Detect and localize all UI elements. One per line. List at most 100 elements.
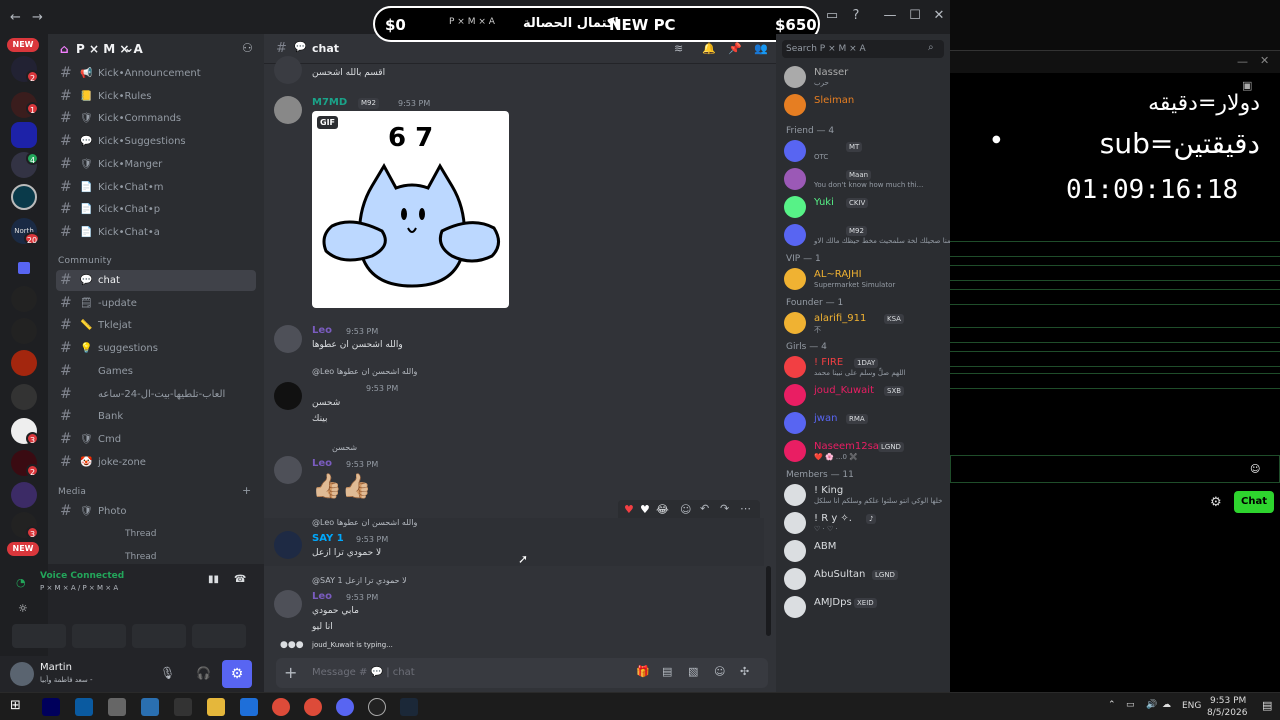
soundboard-button[interactable] xyxy=(192,624,246,648)
clock-date[interactable]: 8/5/2026 xyxy=(1207,708,1247,718)
message-placeholder[interactable]: Message # 💬 | chat xyxy=(312,667,415,678)
tray-chevron-icon[interactable]: ⌃ xyxy=(1108,700,1116,710)
channel-item[interactable]: # 📢 Kick•Announcement xyxy=(56,63,256,84)
search-icon[interactable]: ⌕ xyxy=(928,42,934,53)
member-item[interactable]: Yuki CKIV xyxy=(782,194,946,220)
laugh-emoji-icon[interactable]: 😂 xyxy=(656,503,669,516)
thread-item[interactable]: Thread xyxy=(125,529,156,539)
channel-item[interactable]: # 🛡 Photo xyxy=(56,501,256,522)
member-item[interactable]: ! R y ✧. ♪ ♡ · ♡ · xyxy=(782,510,946,536)
avatar[interactable] xyxy=(274,325,302,353)
microphone-icon[interactable]: 🎙 xyxy=(160,666,175,680)
server-icon[interactable] xyxy=(11,122,37,148)
voice-location[interactable]: P × M × A / P × M × A xyxy=(40,584,118,592)
notification-icon[interactable]: ▤ xyxy=(1262,699,1272,712)
category-community[interactable]: Community xyxy=(58,256,112,266)
screenshare-button[interactable] xyxy=(72,624,126,648)
chat-button[interactable]: Chat xyxy=(1234,491,1274,513)
minimize-icon[interactable]: — xyxy=(1237,55,1248,68)
waveform-icon[interactable]: ▮▮ xyxy=(208,574,219,585)
avatar[interactable] xyxy=(274,590,302,618)
network-icon[interactable]: ▭ xyxy=(1126,700,1135,710)
server-icon[interactable] xyxy=(11,482,37,508)
member-item[interactable]: joud_Kuwait SXB xyxy=(782,382,946,408)
signal-icon[interactable]: ◔ xyxy=(16,576,26,589)
channel-item[interactable]: # العاب-تلطيها-بيت-ال-24-ساعه xyxy=(56,384,256,405)
member-item[interactable]: Sleiman xyxy=(782,92,946,118)
emoji-icon[interactable]: ☺ xyxy=(1250,464,1260,475)
channel-item[interactable]: # Games xyxy=(56,361,256,382)
chrome-icon[interactable] xyxy=(304,698,322,716)
camera-button[interactable] xyxy=(12,624,66,648)
cloud-icon[interactable]: ☁ xyxy=(1162,700,1171,710)
avatar[interactable] xyxy=(10,662,34,686)
reply-preview[interactable]: @Leo والله اشحسن ان عطوها xyxy=(312,518,417,527)
threads-icon[interactable]: ≋ xyxy=(674,42,683,55)
username[interactable]: Leo xyxy=(312,325,332,336)
add-channel-icon[interactable]: + xyxy=(242,484,251,497)
emoji-picker-icon[interactable]: ☺ xyxy=(714,665,725,678)
volume-icon[interactable]: 🔊 xyxy=(1146,700,1157,710)
server-icon[interactable] xyxy=(11,318,37,344)
add-member-icon[interactable]: ⚇ xyxy=(242,41,253,55)
disconnect-icon[interactable]: ☎ xyxy=(234,574,246,585)
reply-preview[interactable]: @SAY 1 لا حمودي ترا ازعل xyxy=(312,576,407,585)
folder-icon[interactable] xyxy=(18,262,30,274)
obs-icon[interactable] xyxy=(368,698,386,716)
members-icon[interactable]: 👥 xyxy=(754,42,768,55)
channel-item[interactable]: # 🛡 Kick•Manger xyxy=(56,154,256,175)
channel-item[interactable]: # Bank xyxy=(56,406,256,427)
help-icon[interactable]: ? xyxy=(844,8,868,23)
reply-preview[interactable]: شحسن xyxy=(332,443,357,452)
channel-item[interactable]: # 💬 Kick•Suggestions xyxy=(56,131,256,152)
clock-time[interactable]: 9:53 PM xyxy=(1210,696,1246,706)
minimize-icon[interactable]: — xyxy=(878,8,902,23)
store-icon[interactable] xyxy=(240,698,258,716)
username[interactable]: SAY 1 xyxy=(312,533,344,544)
member-item[interactable]: ! FIRE 1DAY اللهم صلِّ وسلم على نبينا محمد xyxy=(782,354,946,380)
maximize-icon[interactable]: ☐ xyxy=(903,8,927,23)
more-icon[interactable]: ⋯ xyxy=(740,502,751,515)
channel-item[interactable]: # 🗒 -update xyxy=(56,293,256,314)
member-item[interactable]: jwan RMA xyxy=(782,410,946,436)
category-media[interactable]: Media xyxy=(58,487,86,497)
windows-start-icon[interactable]: ⊞ xyxy=(10,698,21,713)
member-item[interactable]: alarifi_911 KSA 不 xyxy=(782,310,946,336)
close-icon[interactable]: ✕ xyxy=(1260,54,1269,67)
username[interactable]: Leo xyxy=(312,458,332,469)
channel-item[interactable]: # 📒 Kick•Rules xyxy=(56,86,256,107)
add-attachment-icon[interactable]: + xyxy=(284,663,297,682)
thread-item[interactable]: Thread xyxy=(125,552,156,562)
app-icon[interactable] xyxy=(141,698,159,716)
scrollbar[interactable] xyxy=(766,566,771,636)
channel-item[interactable]: # 💬 chat xyxy=(56,270,256,291)
apps-icon[interactable]: ✣ xyxy=(740,665,749,678)
chrome-icon[interactable] xyxy=(272,698,290,716)
after-effects-icon[interactable] xyxy=(42,698,60,716)
server-icon[interactable] xyxy=(11,350,37,376)
reply-icon[interactable]: ↶ xyxy=(700,502,709,515)
heart-reaction-icon[interactable]: ♥ xyxy=(624,503,634,516)
close-icon[interactable]: ✕ xyxy=(927,8,950,23)
channel-item[interactable]: # 🤡 joke-zone xyxy=(56,452,256,473)
sticker-icon[interactable]: ▧ xyxy=(688,665,698,678)
back-arrow-icon[interactable]: ← xyxy=(10,10,21,25)
avatar[interactable] xyxy=(274,531,302,559)
avatar[interactable] xyxy=(274,96,302,124)
gift-icon[interactable]: 🎁 xyxy=(636,665,650,678)
channel-item[interactable]: # 💡 suggestions xyxy=(56,338,256,359)
chat-input-bar[interactable] xyxy=(950,455,1280,483)
username[interactable]: Leo xyxy=(312,591,332,602)
member-item[interactable]: ABM xyxy=(782,538,946,564)
language-indicator[interactable]: ENG xyxy=(1182,701,1201,711)
reply-preview[interactable]: @Leo والله اشحسن ان عطوها xyxy=(312,367,417,376)
gif-picker-icon[interactable]: ▤ xyxy=(662,665,672,678)
bell-icon[interactable]: 🔔 xyxy=(702,42,716,55)
channel-item[interactable]: # 📄 Kick•Chat•a xyxy=(56,222,256,243)
channel-item[interactable]: # 🛡 Kick•Commands xyxy=(56,108,256,129)
inbox-icon[interactable]: ▭ xyxy=(820,8,844,23)
member-item[interactable]: Maan You don't know how much thi... xyxy=(782,166,946,192)
channel-item[interactable]: # 📄 Kick•Chat•m xyxy=(56,177,256,198)
calculator-icon[interactable] xyxy=(108,698,126,716)
forward-icon[interactable]: ↷ xyxy=(720,502,729,515)
